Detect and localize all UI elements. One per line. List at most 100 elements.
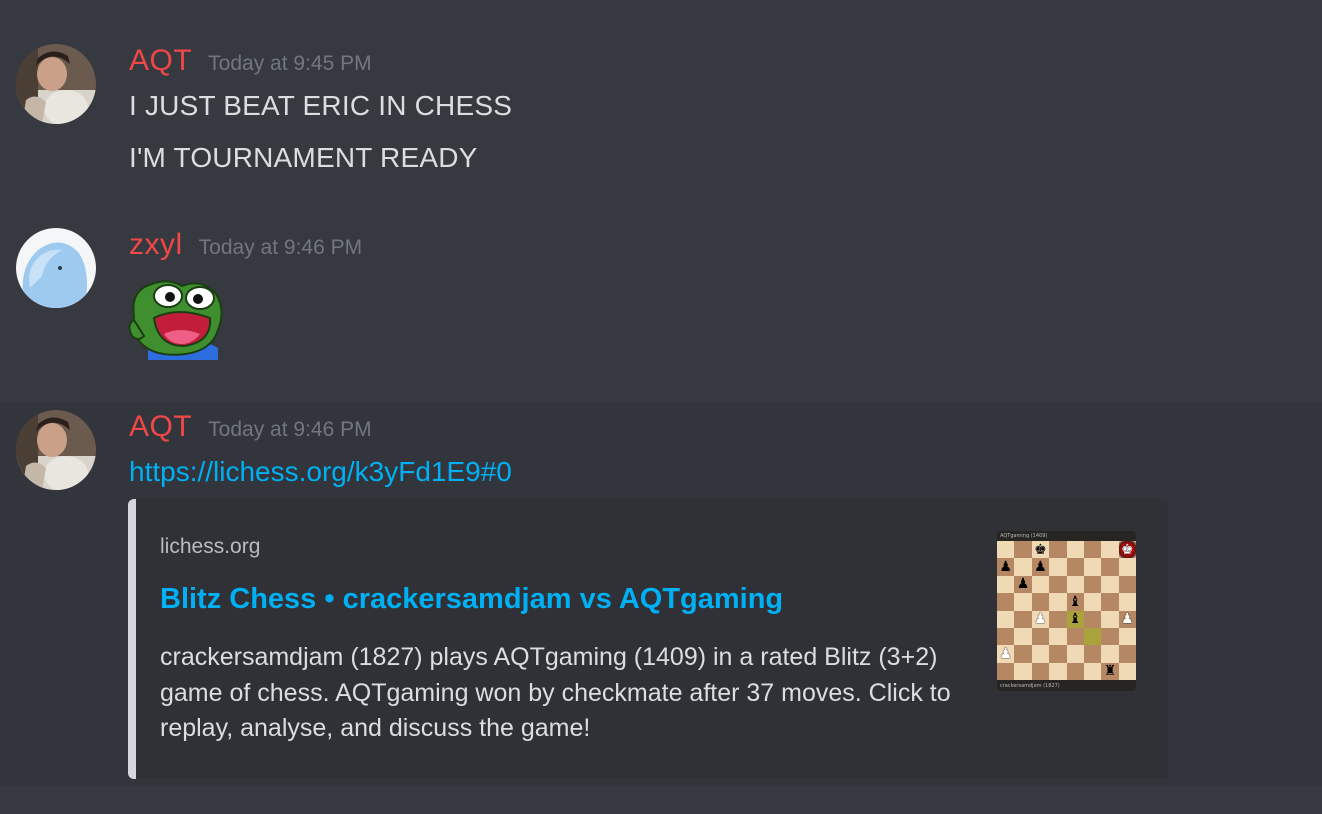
message-group: zxyl Today at 9:46 PM (0, 200, 1322, 402)
chess-piece-icon: ♝ (1068, 611, 1082, 628)
square-h5 (1118, 593, 1136, 611)
square-g6 (1101, 575, 1119, 594)
bottom-player-label: crackersamdjam (1827) (1000, 683, 1060, 689)
message-group: AQT Today at 9:45 PM I JUST BEAT ERIC IN… (0, 0, 1322, 200)
link-embed: lichess.org Blitz Chess • crackersamdjam… (128, 499, 1168, 779)
square-d6 (1049, 575, 1067, 594)
embed-accent-bar (128, 499, 136, 779)
chess-piece-icon: ♝ (1068, 593, 1082, 610)
message-text: I JUST BEAT ERIC IN CHESS (129, 90, 513, 121)
square-a4 (997, 610, 1015, 628)
avatar[interactable] (16, 410, 96, 490)
square-f5 (1083, 593, 1102, 611)
square-f3 (1083, 627, 1102, 646)
square-e8 (1066, 541, 1084, 559)
square-a6 (997, 575, 1015, 594)
square-d7 (1049, 558, 1067, 576)
avatar[interactable] (16, 44, 96, 124)
square-f1 (1083, 662, 1102, 680)
embed-thumbnail[interactable]: AQTgaming (1409) ♚ ♚ ♟ ♟ ♟ ♝ ♟ ♝ ♟ ♟ ♜ crackersamd… (997, 531, 1136, 691)
square-h7 (1118, 558, 1136, 576)
square-e3 (1066, 627, 1084, 646)
square-g7 (1101, 558, 1119, 576)
square-h2 (1118, 645, 1136, 663)
embed-description: crackersamdjam (1827) plays AQTgaming (1… (160, 643, 951, 742)
square-a7: ♟ (997, 558, 1015, 576)
chess-piece-icon: ♟ (1034, 559, 1047, 576)
username[interactable]: AQT (129, 410, 192, 444)
chess-piece-icon: ♟ (1121, 611, 1134, 628)
square-d8 (1049, 541, 1067, 559)
square-f6 (1083, 575, 1102, 594)
square-a8 (997, 541, 1015, 559)
chat-messages: AQT Today at 9:45 PM I JUST BEAT ERIC IN… (0, 0, 1322, 814)
square-g2 (1101, 645, 1119, 663)
square-d2 (1049, 645, 1067, 663)
square-f8 (1083, 541, 1102, 559)
square-g4 (1101, 610, 1119, 628)
square-f7 (1083, 558, 1102, 576)
square-c7: ♟ (1031, 558, 1050, 576)
timestamp: Today at 9:45 PM (208, 52, 372, 75)
square-c4: ♟ (1031, 610, 1050, 628)
square-h8: ♚ (1118, 541, 1136, 559)
chess-piece-icon: ♜ (1103, 663, 1117, 680)
username[interactable]: AQT (129, 44, 192, 78)
square-c2 (1031, 645, 1050, 663)
square-c1 (1031, 662, 1050, 680)
square-e1 (1066, 662, 1084, 680)
square-c8: ♚ (1031, 541, 1050, 559)
top-player-label: AQTgaming (1409) (1000, 533, 1048, 539)
square-b6: ♟ (1014, 575, 1032, 594)
square-b1 (1014, 662, 1032, 680)
timestamp: Today at 9:46 PM (208, 418, 372, 441)
square-c6 (1031, 575, 1050, 594)
message-text: I'M TOURNAMENT READY (129, 142, 478, 173)
square-b2 (1014, 645, 1032, 663)
square-e2 (1066, 645, 1084, 663)
message-link[interactable]: https://lichess.org/k3yFd1E9#0 (129, 456, 512, 488)
square-a2: ♟ (997, 645, 1015, 663)
square-a1 (997, 662, 1015, 680)
chess-piece-icon: ♚ (1121, 541, 1134, 558)
square-g5 (1101, 593, 1119, 611)
square-g8 (1101, 541, 1119, 559)
poggers-frog-emoji[interactable] (128, 276, 224, 360)
square-h6 (1118, 575, 1136, 594)
square-h3 (1118, 627, 1136, 646)
square-e6 (1066, 575, 1084, 594)
square-e4: ♝ (1066, 610, 1084, 628)
square-b5 (1014, 593, 1032, 611)
square-f2 (1083, 645, 1102, 663)
square-f4 (1083, 610, 1102, 628)
chess-piece-icon: ♟ (1034, 611, 1047, 628)
username[interactable]: zxyl (129, 228, 183, 262)
chess-piece-icon: ♟ (999, 645, 1012, 662)
square-b3 (1014, 627, 1032, 646)
chess-piece-icon: ♟ (999, 559, 1012, 576)
square-h1 (1118, 662, 1136, 680)
square-d5 (1049, 593, 1067, 611)
square-g1: ♜ (1101, 662, 1119, 680)
chess-board: ♚ ♚ ♟ ♟ ♟ ♝ ♟ ♝ ♟ ♟ ♜ (997, 541, 1136, 680)
square-h4: ♟ (1118, 610, 1136, 628)
square-e5: ♝ (1066, 593, 1084, 611)
square-d3 (1049, 627, 1067, 646)
square-a5 (997, 593, 1015, 611)
square-a3 (997, 627, 1015, 646)
square-b4 (1014, 610, 1032, 628)
square-c3 (1031, 627, 1050, 646)
square-e7 (1066, 558, 1084, 576)
embed-provider[interactable]: lichess.org (160, 535, 260, 559)
square-d1 (1049, 662, 1067, 680)
square-b7 (1014, 558, 1032, 576)
square-b8 (1014, 541, 1032, 559)
chess-piece-icon: ♚ (1034, 541, 1047, 558)
timestamp: Today at 9:46 PM (198, 236, 363, 259)
avatar[interactable] (16, 228, 96, 308)
square-g3 (1101, 627, 1119, 646)
embed-title[interactable]: Blitz Chess • crackersamdjam vs AQTgamin… (160, 583, 783, 616)
chess-piece-icon: ♟ (1016, 576, 1030, 593)
square-d4 (1049, 610, 1067, 628)
square-c5 (1031, 593, 1050, 611)
